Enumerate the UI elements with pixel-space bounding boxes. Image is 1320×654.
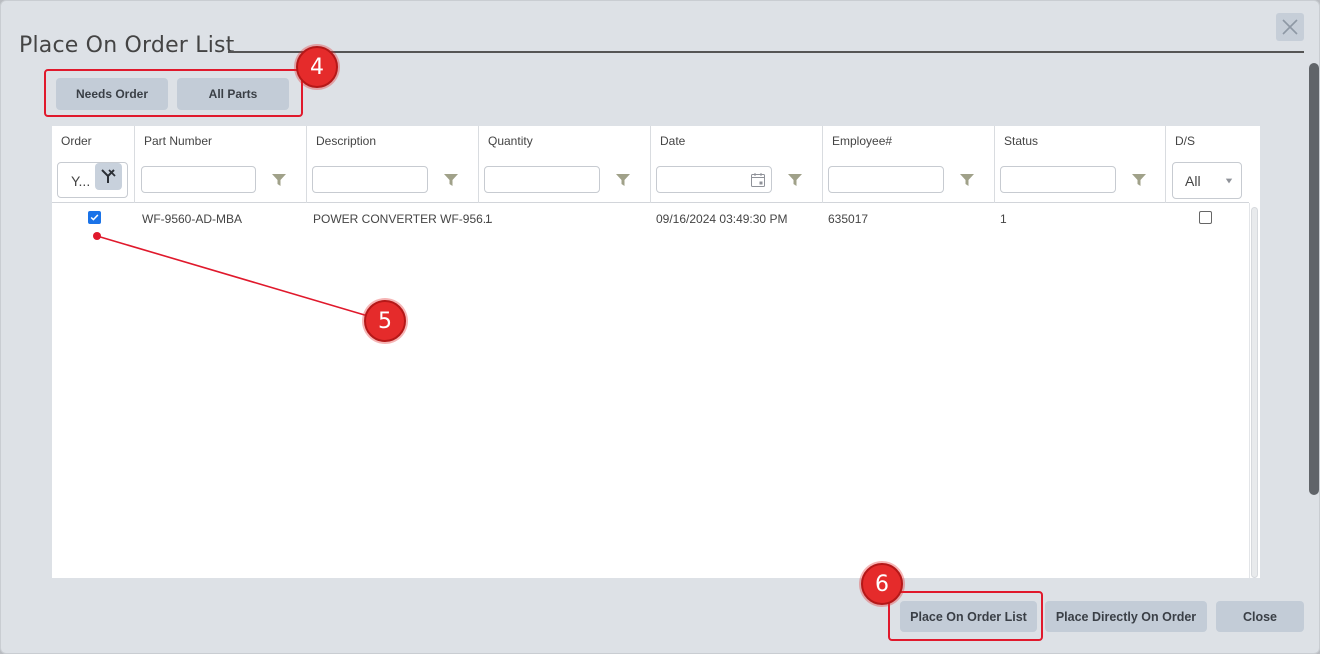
annotation-box-place-on-order: [888, 591, 1043, 641]
annotation-badge-6: 6: [861, 563, 903, 605]
annotation-leader-line: [93, 232, 369, 317]
annotation-badge-5: 5: [364, 300, 406, 342]
place-on-order-dialog: Place On Order List Needs Order All Part…: [0, 0, 1320, 654]
